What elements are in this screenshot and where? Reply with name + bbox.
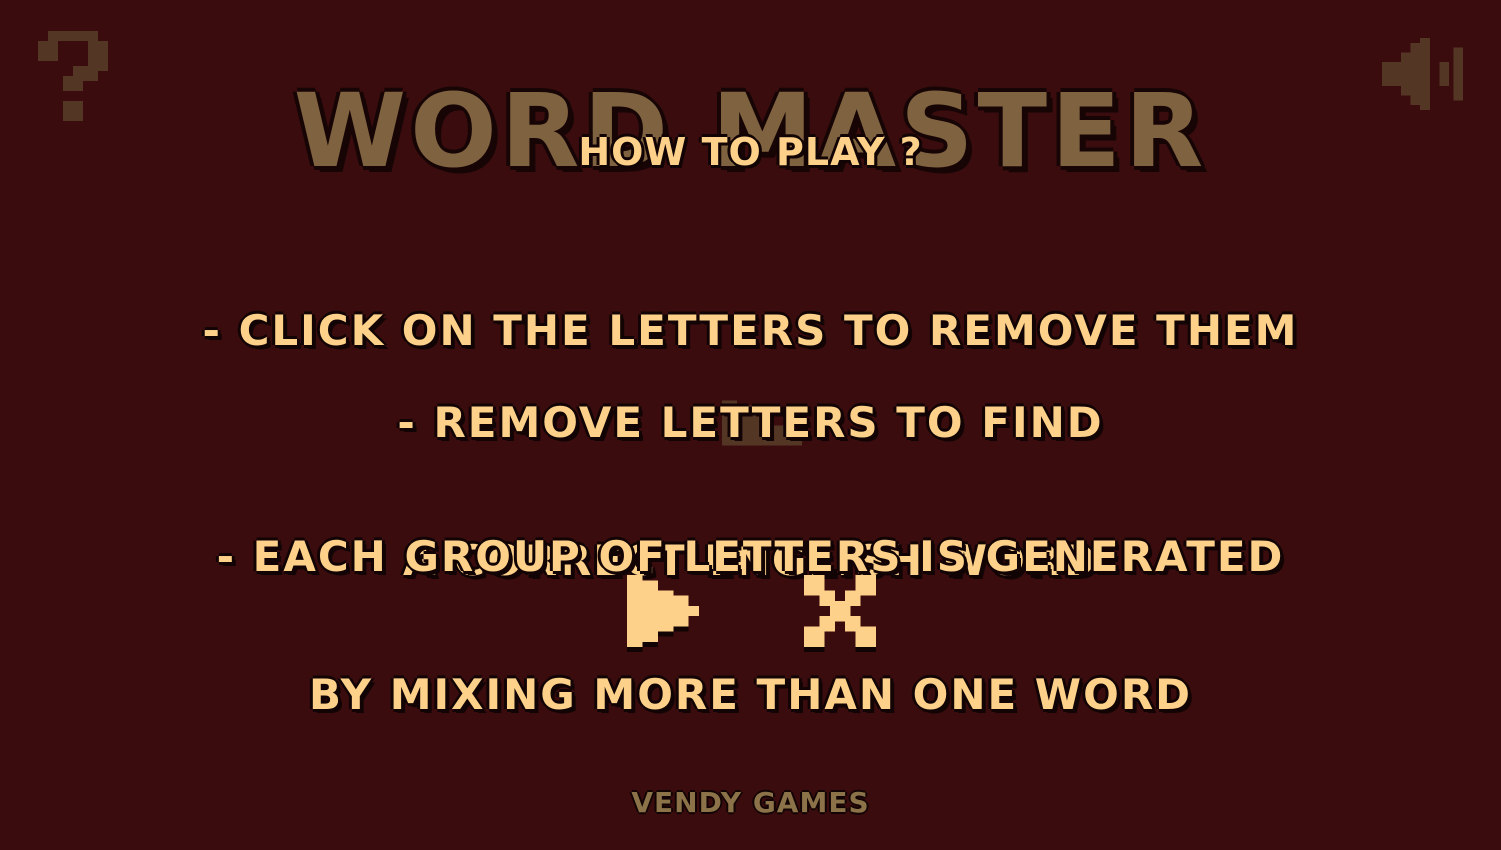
instruction-3: - EACH GROUP OF LETTERS IS GENERATED BY … bbox=[0, 442, 1501, 764]
instruction-line: - EACH GROUP OF LETTERS IS GENERATED bbox=[216, 532, 1285, 581]
question-mark-icon[interactable] bbox=[38, 30, 108, 122]
speaker-icon[interactable] bbox=[1382, 38, 1468, 110]
instruction-line: - REMOVE LETTERS TO FIND bbox=[397, 398, 1104, 447]
developer-credit: VENDY GAMES bbox=[631, 786, 870, 819]
play-button[interactable] bbox=[622, 570, 704, 652]
instruction-line: BY MIXING MORE THAN ONE WORD bbox=[308, 670, 1193, 719]
close-button[interactable] bbox=[798, 570, 882, 652]
how-to-play-heading: HOW TO PLAY ? bbox=[578, 130, 923, 174]
